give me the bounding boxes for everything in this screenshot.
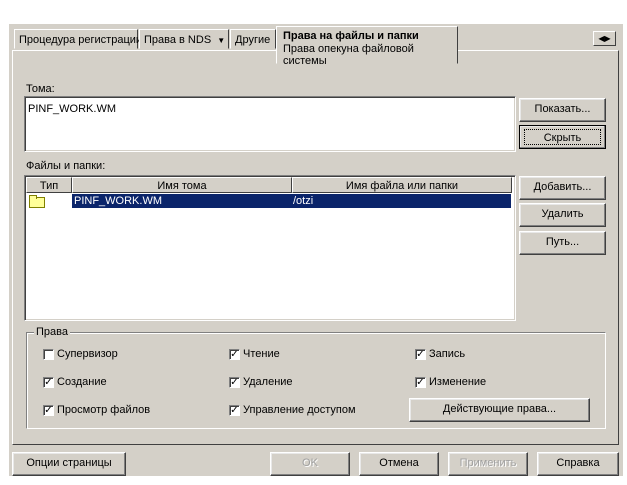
file-scan-checkbox[interactable]: ✓ <box>43 405 54 416</box>
column-header-volume[interactable]: Имя тома <box>72 177 292 193</box>
tab-label: Процедура регистрации <box>19 34 143 46</box>
table-row[interactable]: PINF_WORK.WM /otzi <box>27 194 511 208</box>
erase-label: Удаление <box>243 376 293 388</box>
files-label: Файлы и папки: <box>26 160 106 172</box>
help-button[interactable]: Справка <box>537 452 619 476</box>
chevron-down-icon: ▼ <box>217 36 226 45</box>
column-header-type[interactable]: Тип <box>26 177 72 193</box>
cancel-button[interactable]: Отмена <box>359 452 439 476</box>
tab-subtitle: Права опекуна файловой системы <box>283 43 414 67</box>
apply-button[interactable]: Применить <box>448 452 528 476</box>
volume-cell: PINF_WORK.WM <box>74 195 162 207</box>
access-control-label: Управление доступом <box>243 404 356 416</box>
show-button[interactable]: Показать... <box>519 98 606 122</box>
file-scan-label: Просмотр файлов <box>57 404 151 416</box>
tab-file-folder-rights[interactable]: Права на файлы и папки Права опекуна фай… <box>276 26 458 67</box>
tab-label: Права в NDS <box>144 34 212 46</box>
ok-button[interactable]: OK <box>270 452 350 476</box>
write-label: Запись <box>429 348 466 360</box>
arrow-right-icon[interactable]: ▶ <box>605 34 611 43</box>
tab-nds-rights[interactable]: Права в NDS ▼ <box>139 29 229 49</box>
hide-button[interactable]: Скрыть <box>519 125 606 149</box>
erase-checkbox[interactable]: ✓ <box>229 377 240 388</box>
tab-label: Другие <box>235 34 271 46</box>
page-options-button[interactable]: Опции страницы <box>12 452 126 476</box>
path-button[interactable]: Путь... <box>519 231 606 255</box>
delete-button[interactable]: Удалить <box>519 203 606 227</box>
tab-title: Права на файлы и папки <box>283 30 419 42</box>
add-button[interactable]: Добавить... <box>519 176 606 200</box>
create-checkbox[interactable]: ✓ <box>43 377 54 388</box>
folder-icon <box>29 195 45 208</box>
rights-group-title: Права <box>34 326 70 338</box>
write-checkbox[interactable]: ✓ <box>415 349 426 360</box>
modify-label: Изменение <box>429 376 487 388</box>
volumes-list[interactable]: PINF_WORK.WM <box>24 96 516 152</box>
effective-rights-button[interactable]: Действующие права... <box>409 398 590 422</box>
read-label: Чтение <box>243 348 280 360</box>
access-control-checkbox[interactable]: ✓ <box>229 405 240 416</box>
tab-other[interactable]: Другие <box>230 29 276 49</box>
read-checkbox[interactable]: ✓ <box>229 349 240 360</box>
supervisor-label: Супервизор <box>57 348 118 360</box>
create-label: Создание <box>57 376 107 388</box>
modify-checkbox[interactable]: ✓ <box>415 377 426 388</box>
supervisor-checkbox[interactable] <box>43 349 54 360</box>
volume-item[interactable]: PINF_WORK.WM <box>28 103 116 115</box>
tab-scroll-arrows[interactable]: ◀▶ <box>593 31 616 46</box>
column-header-path[interactable]: Имя файла или папки <box>292 177 512 193</box>
volumes-label: Тома: <box>26 83 55 95</box>
tab-login-script[interactable]: Процедура регистрации <box>14 29 142 49</box>
path-cell: /otzi <box>293 195 314 207</box>
